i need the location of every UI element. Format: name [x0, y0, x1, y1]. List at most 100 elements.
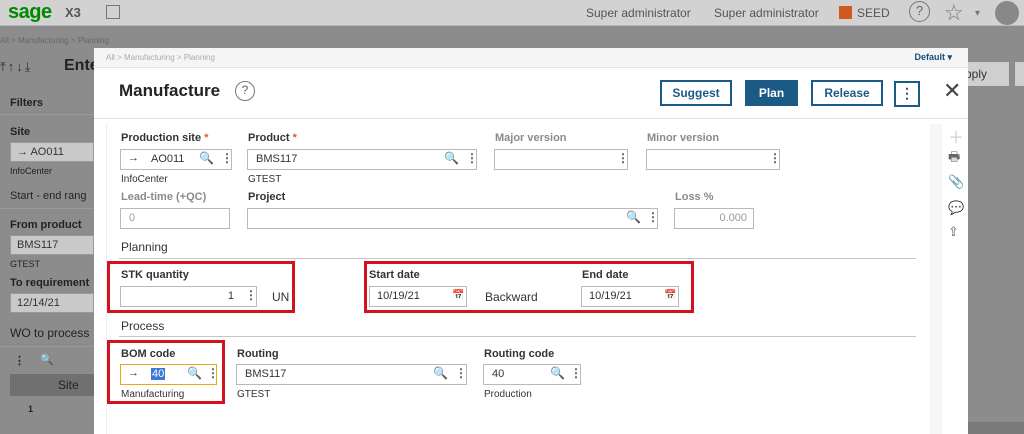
arrow-right-icon[interactable]: →: [128, 367, 139, 379]
add-icon[interactable]: ＋: [948, 124, 964, 148]
calendar-icon[interactable]: 📅: [452, 290, 464, 301]
minor-version-field[interactable]: ⋮: [646, 149, 781, 170]
start-end-range-heading: Start - end rang: [10, 190, 87, 202]
scheduling-type: Backward: [485, 290, 538, 304]
more-icon[interactable]: ⋮: [221, 151, 233, 165]
grid-search-icon[interactable]: 🔍: [40, 353, 54, 366]
end-date-field[interactable]: 10/19/21 📅: [581, 286, 679, 307]
routing-code-label: Routing code: [484, 348, 555, 360]
folder-name[interactable]: SEED: [857, 6, 890, 20]
production-site-value: AO011: [151, 153, 185, 165]
sage-logo[interactable]: sage: [8, 1, 52, 24]
lead-time-label: Lead-time (+QC): [121, 191, 207, 203]
routing-field[interactable]: BMS117 🔍 ⋮: [236, 364, 467, 385]
production-site-field[interactable]: → AO011 🔍 ⋮: [120, 149, 233, 170]
grid-menu-icon[interactable]: ⋮: [14, 354, 25, 367]
search-icon[interactable]: 🔍: [626, 210, 641, 224]
more-icon[interactable]: ⋮: [570, 366, 582, 380]
form-scrollbar[interactable]: [930, 124, 942, 434]
search-icon[interactable]: 🔍: [199, 151, 214, 165]
help-icon[interactable]: ?: [235, 81, 255, 101]
divider: [0, 114, 94, 115]
stk-quantity-field[interactable]: 1 ⋮: [120, 286, 257, 307]
calendar-icon[interactable]: 📅: [664, 290, 676, 301]
production-site-label: Production site *: [121, 132, 209, 144]
divider: [0, 208, 94, 209]
user-name[interactable]: Super administrator: [714, 6, 819, 20]
start-date-field[interactable]: 10/19/21 📅: [369, 286, 467, 307]
product-label: Product *: [248, 132, 297, 144]
end-date-label: End date: [582, 269, 629, 281]
background-button[interactable]: [1014, 61, 1024, 87]
filters-heading: Filters: [10, 97, 44, 109]
bom-code-label: BOM code: [121, 348, 176, 360]
close-icon[interactable]: ✕: [943, 78, 961, 104]
lead-time-value: 0: [129, 212, 136, 224]
more-icon[interactable]: ⋮: [245, 288, 257, 302]
bom-code-field[interactable]: → 40 🔍 ⋮: [120, 364, 219, 385]
comment-icon[interactable]: 💬: [948, 200, 964, 216]
suggest-button[interactable]: Suggest: [660, 80, 732, 106]
more-icon[interactable]: ⋮: [617, 151, 629, 165]
export-icon[interactable]: ⇪: [948, 224, 959, 240]
background-breadcrumb: All > Manufacturing > Planning: [0, 36, 109, 45]
routing-label: Routing: [237, 348, 279, 360]
routing-description: GTEST: [237, 389, 271, 400]
view-selector[interactable]: Default ▾: [914, 52, 952, 63]
more-icon[interactable]: ⋮: [207, 366, 219, 380]
to-requirement-label: To requirement: [10, 277, 90, 289]
more-icon[interactable]: ⋮: [466, 151, 478, 165]
user-role[interactable]: Super administrator: [586, 6, 691, 20]
more-icon[interactable]: ⋮: [647, 210, 659, 224]
end-date-value: 10/19/21: [589, 290, 632, 302]
grid-column-site[interactable]: Site: [58, 378, 79, 392]
search-icon[interactable]: 🔍: [550, 366, 565, 380]
folder-color-icon: [839, 6, 852, 19]
site-label: Site: [10, 126, 31, 138]
top-bar: sage X3 Super administrator Super admini…: [0, 0, 1024, 26]
project-field[interactable]: 🔍 ⋮: [247, 208, 659, 229]
arrow-right-icon[interactable]: →: [128, 152, 139, 164]
planning-section-divider: [119, 258, 916, 259]
release-button[interactable]: Release: [811, 80, 883, 106]
product-value: BMS117: [256, 153, 298, 165]
search-icon[interactable]: 🔍: [433, 366, 448, 380]
dialog-breadcrumb-bar: All > Manufacturing > Planning Default ▾: [94, 48, 968, 68]
stk-unit: UN: [272, 290, 290, 304]
process-section-title: Process: [121, 319, 165, 333]
search-icon[interactable]: 🔍: [444, 151, 459, 165]
lead-time-field: 0: [120, 208, 230, 229]
routing-value: BMS117: [245, 368, 287, 380]
form-area: Production site * → AO011 🔍 ⋮ InfoCenter…: [106, 124, 930, 434]
search-icon[interactable]: 🔍: [187, 366, 202, 380]
project-label: Project: [248, 191, 286, 203]
chevron-down-icon[interactable]: ▾: [975, 8, 980, 19]
record-navigation-icons[interactable]: ⤒↑↓⤓: [0, 59, 33, 75]
calendar-icon[interactable]: [106, 5, 120, 19]
routing-code-field[interactable]: 40 🔍 ⋮: [483, 364, 582, 385]
routing-code-description: Production: [484, 389, 532, 400]
print-icon[interactable]: 🖶: [948, 148, 960, 170]
to-requirement-input[interactable]: 12/14/21: [10, 293, 94, 313]
help-icon[interactable]: ?: [909, 1, 930, 22]
star-icon[interactable]: ☆: [944, 0, 964, 26]
from-product-input[interactable]: BMS117: [10, 235, 94, 255]
product-name: X3: [65, 5, 81, 20]
bom-code-value: 40: [151, 368, 166, 380]
bom-code-description: Manufacturing: [121, 389, 185, 400]
plan-button[interactable]: Plan: [745, 80, 798, 106]
attachment-icon[interactable]: 📎: [948, 174, 964, 190]
from-product-label: From product: [10, 219, 82, 231]
start-date-value: 10/19/21: [377, 290, 420, 302]
more-icon[interactable]: ⋮: [769, 151, 781, 165]
stk-quantity-value: 1: [227, 290, 234, 302]
more-icon[interactable]: ⋮: [455, 366, 467, 380]
dialog-header-divider: [94, 118, 968, 119]
planning-section-title: Planning: [121, 240, 168, 254]
product-field[interactable]: BMS117 🔍 ⋮: [247, 149, 478, 170]
avatar[interactable]: [995, 1, 1019, 25]
dialog-breadcrumb[interactable]: All > Manufacturing > Planning: [106, 53, 215, 62]
major-version-field[interactable]: ⋮: [494, 149, 629, 170]
more-actions-button[interactable]: ⋮: [894, 81, 920, 107]
site-input[interactable]: → AO011: [10, 142, 94, 162]
